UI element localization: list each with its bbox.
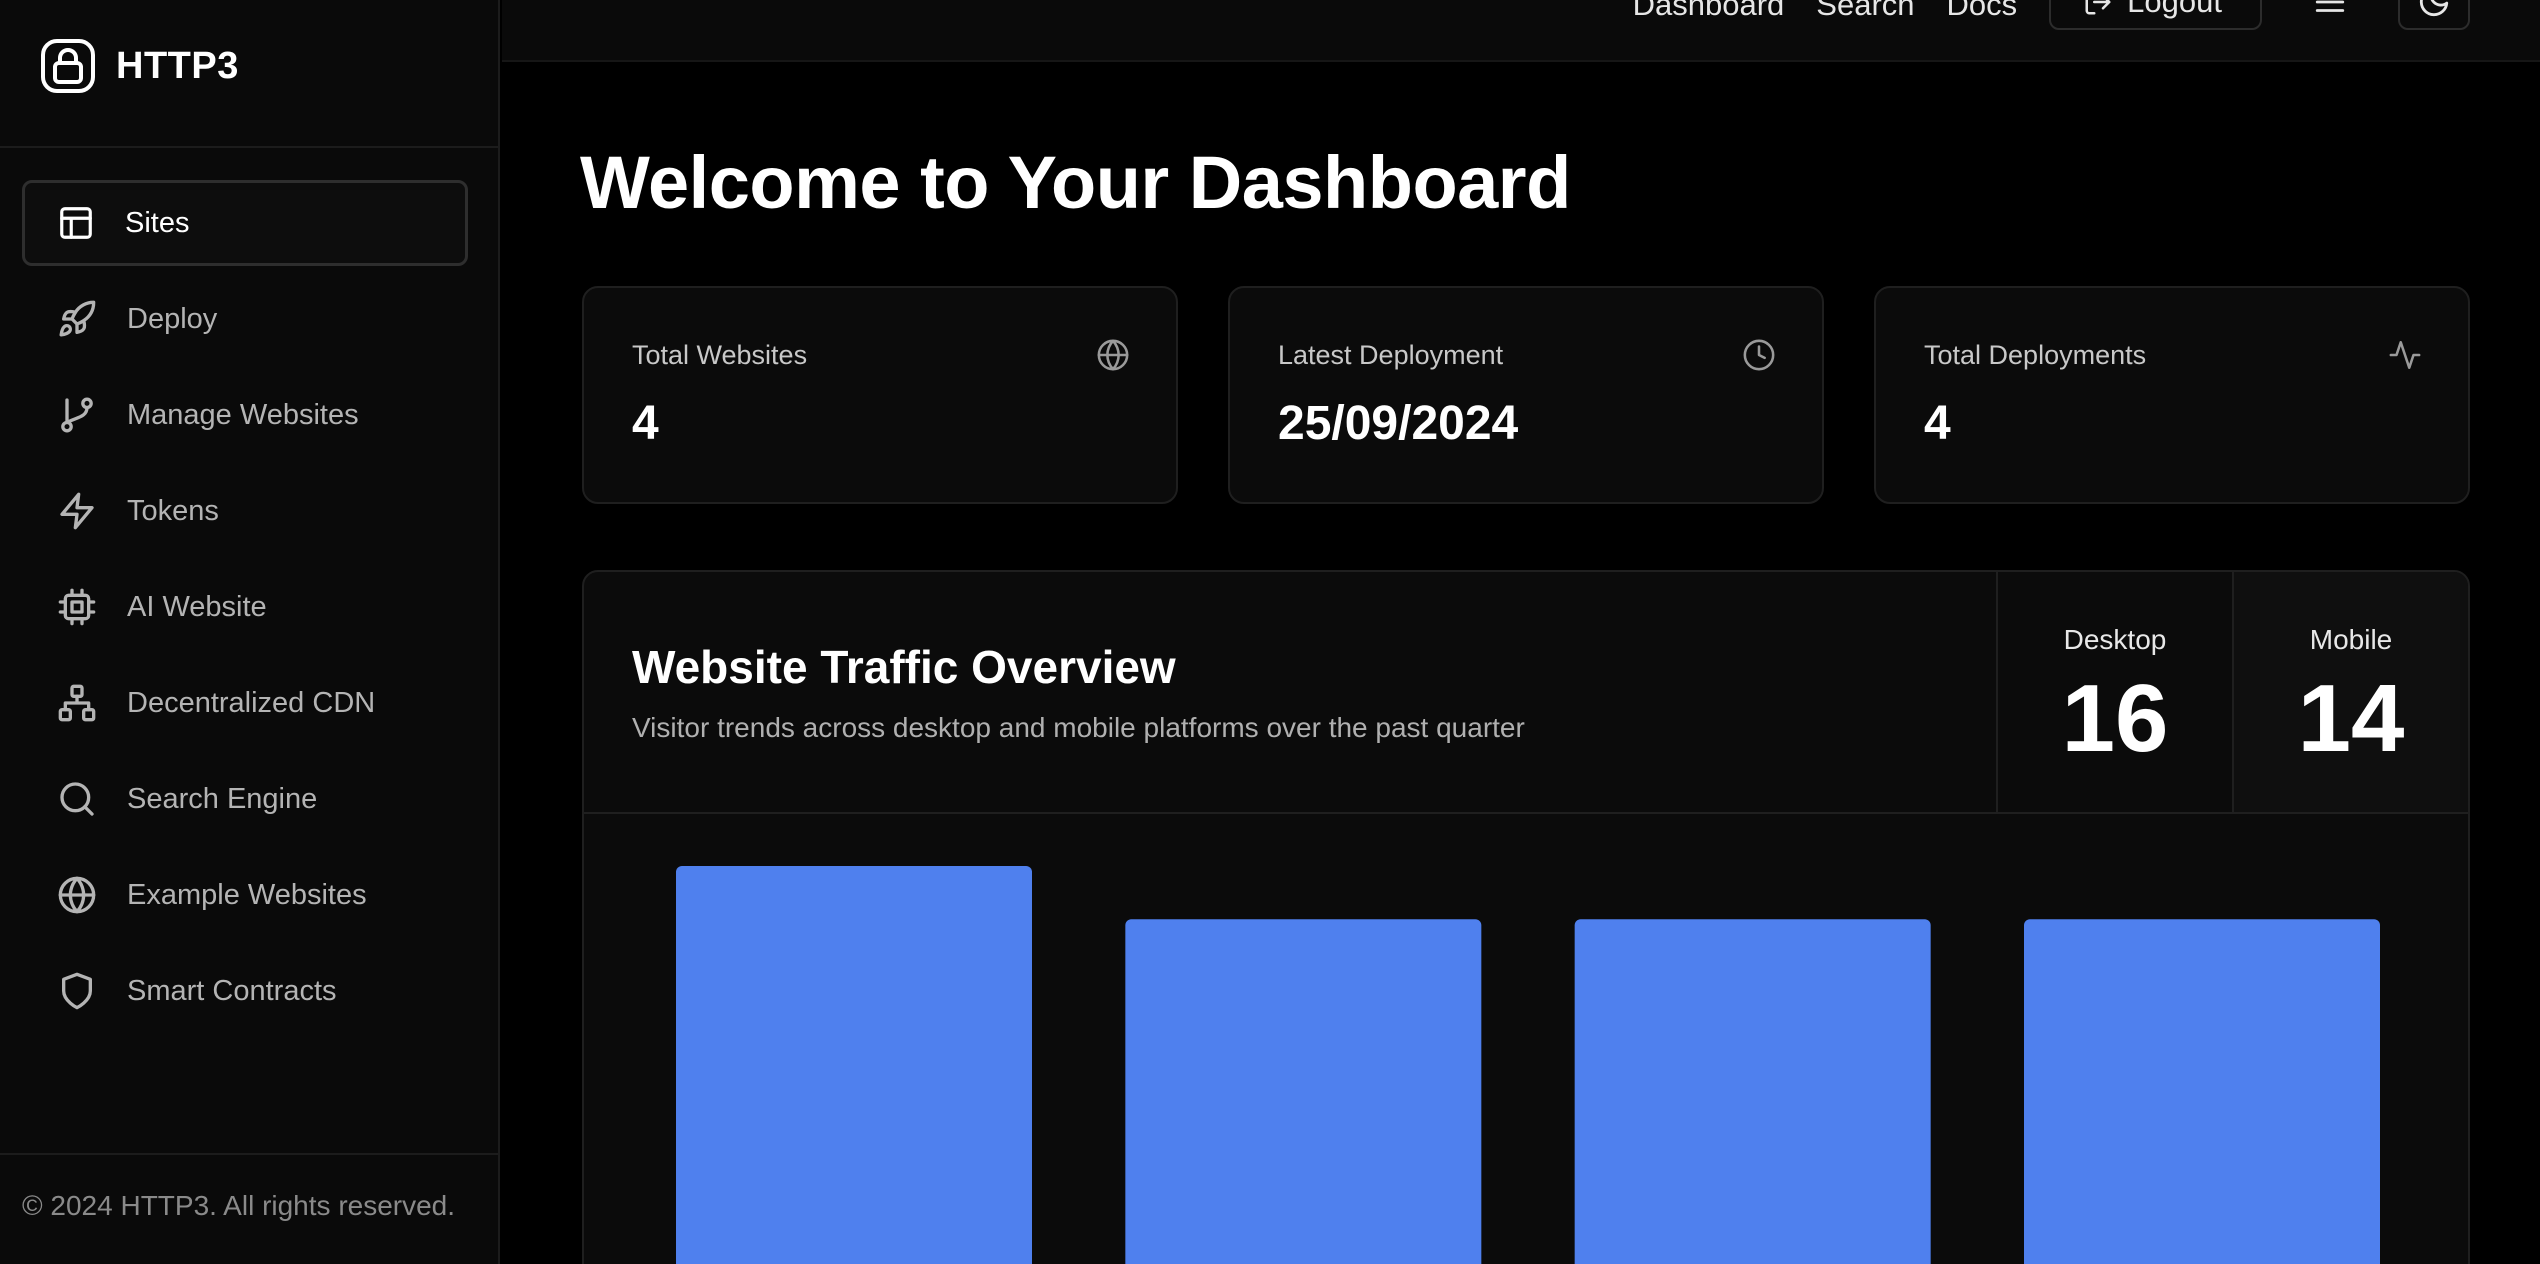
sidebar-item-smart-contracts[interactable]: Smart Contracts [22,948,468,1034]
shield-icon [62,972,93,1010]
metric-label: Mobile [2309,624,2393,655]
logout-label: Logout [2127,0,2222,19]
menu-button[interactable] [2294,0,2366,30]
stat-label: Latest Deployment [1278,340,1504,370]
sidebar-item-label: Deploy [127,302,218,335]
moon-icon [2419,0,2449,17]
lock-logo-icon [41,39,95,93]
metric-desktop[interactable]: Desktop 16 [1996,572,2232,812]
sidebar-item-label: Manage Websites [127,398,359,431]
traffic-title: Website Traffic Overview [632,641,1176,693]
clock-icon [1743,339,1775,371]
menu-icon [2315,0,2345,12]
stat-card-latest-deployment: Latest Deployment 25/09/2024 [1228,286,1824,504]
sidebar-item-tokens[interactable]: Tokens [22,468,468,554]
sidebar-item-label: Smart Contracts [127,974,337,1007]
nav-link-dashboard[interactable]: Dashboard [1633,0,1785,23]
chart-bar[interactable] [676,866,1032,1264]
nav-link-search[interactable]: Search [1816,0,1914,23]
top-nav: Dashboard Search Docs Logout [1633,0,2470,30]
stat-value: 25/09/2024 [1278,397,1519,450]
brand-name: HTTP3 [116,44,239,87]
lightning-icon [60,492,94,530]
theme-toggle-button[interactable] [2398,0,2470,30]
sidebar-item-label: Example Websites [127,878,367,911]
brand[interactable]: HTTP3 [40,38,239,94]
copyright: © 2024 HTTP3. All rights reserved. [22,1190,456,1221]
chart-bar[interactable] [1125,919,1482,1264]
sidebar-item-label: Sites [125,206,190,239]
metric-value: 16 [2061,665,2169,772]
stat-label: Total Websites [632,340,808,370]
metric-value: 14 [2297,665,2405,772]
sidebar-item-decentralized-cdn[interactable]: Decentralized CDN [22,660,468,746]
traffic-subtitle: Visitor trends across desktop and mobile… [632,712,1525,743]
rocket-icon [59,300,96,337]
metric-mobile[interactable]: Mobile 14 [2232,572,2468,812]
sidebar-item-sites[interactable]: Sites [22,180,468,266]
metric-label: Desktop [2063,624,2167,655]
stat-value: 4 [632,397,659,450]
sidebar-divider [0,146,498,148]
stat-card-total-websites: Total Websites 4 [582,286,1178,504]
sidebar-item-ai-website[interactable]: AI Website [22,564,468,650]
git-branch-icon [61,397,93,433]
sidebar-nav: Sites Deploy Manage Websites Tokens AI W… [22,180,468,1044]
activity-icon [2389,340,2421,370]
sidebar-footer-divider [0,1153,498,1155]
stat-card-total-deployments: Total Deployments 4 [1874,286,2470,504]
chart-bar[interactable] [1574,919,1931,1264]
sidebar-item-example-websites[interactable]: Example Websites [22,852,468,938]
sidebar-item-deploy[interactable]: Deploy [22,276,468,362]
traffic-bar-chart [676,866,2380,1264]
sidebar-item-label: Decentralized CDN [127,686,376,719]
chip-icon [58,588,96,626]
traffic-header: Website Traffic Overview Visitor trends … [584,572,2468,814]
page-title: Welcome to Your Dashboard [580,141,1571,224]
sidebar-item-label: Tokens [127,494,219,527]
logout-icon [2085,0,2111,15]
globe-icon [58,876,96,914]
chart-bar[interactable] [2024,919,2380,1264]
sidebar-item-search-engine[interactable]: Search Engine [22,756,468,842]
nav-link-docs[interactable]: Docs [1947,0,2018,23]
search-icon [60,782,94,816]
traffic-card: Website Traffic Overview Visitor trends … [582,570,2470,1264]
sidebar: HTTP3 Sites Deploy Manage Websites Token… [0,0,500,1264]
sidebar-item-manage-websites[interactable]: Manage Websites [22,372,468,458]
stat-value: 4 [1924,397,1951,450]
logout-button[interactable]: Logout [2049,0,2262,30]
layout-icon [60,207,92,239]
topbar: Dashboard Search Docs Logout [502,0,2540,62]
globe-icon [1097,339,1129,371]
network-icon [58,684,96,722]
sidebar-item-label: AI Website [127,590,267,623]
stat-label: Total Deployments [1924,340,2147,370]
sidebar-item-label: Search Engine [127,782,318,815]
